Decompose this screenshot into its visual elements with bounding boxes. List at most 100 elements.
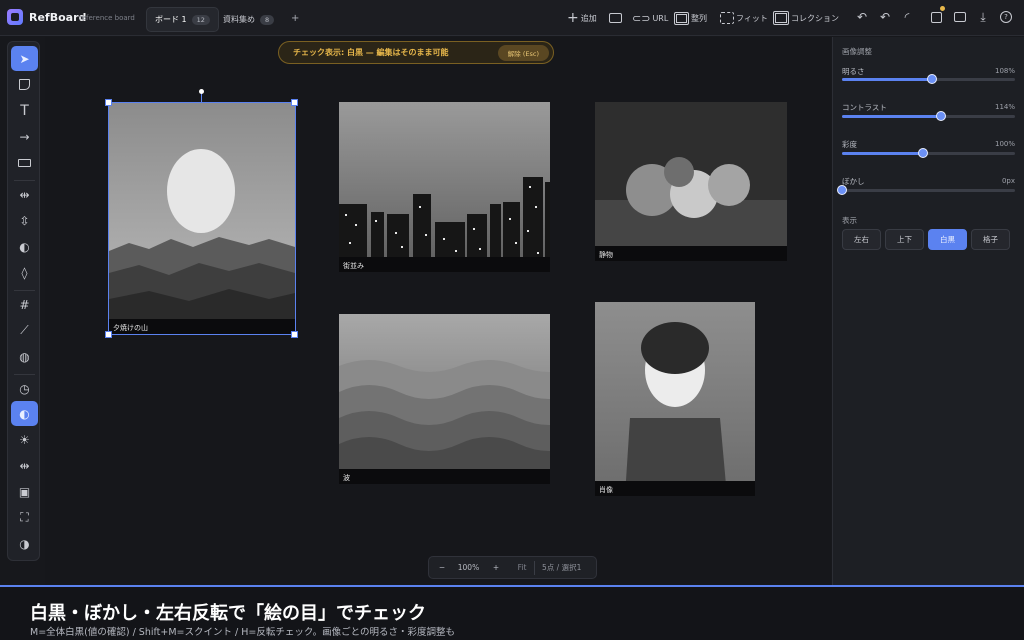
fit-label: フィット [736,13,768,23]
contrast-slider[interactable] [842,111,1015,121]
url-label: URL [652,13,669,23]
flip-vertical-button[interactable]: 上下 [885,229,924,250]
app-subtitle: reference board [79,14,135,22]
tab-count-badge: 8 [260,14,275,25]
arrange-button[interactable]: 整列 [674,9,707,27]
saturation-slider[interactable] [842,148,1015,158]
zoom-bar: − 100% + Fit 5点 / 選択1 [428,556,597,579]
eyedropper-icon[interactable]: ⟋ [11,318,38,343]
view-section-label: 表示 [842,216,857,225]
flip-horizontal-icon[interactable]: ⇹ [11,453,38,478]
fit-button[interactable]: フィット [720,9,768,27]
selection-frame [108,102,296,335]
grid-button[interactable]: 格子 [971,229,1010,250]
grid-icon [674,11,689,25]
add-tab-button[interactable]: + [291,13,299,24]
add-button[interactable]: + 追加 [567,9,597,27]
fit-icon [720,12,734,24]
image-caption: 波 [339,469,550,484]
slider-value: 108% [994,67,1015,75]
adjust-panel: 画像調整 明るさ 108% コントラスト 114% 彩度 100% ぼかし 0p… [832,37,1024,585]
fullscreen-icon[interactable]: ⛶ [11,505,38,530]
collection-icon [773,11,789,25]
portrait-image [595,302,755,496]
slider-label: コントラスト [842,103,887,112]
grayscale-button[interactable]: 白黒 [928,229,967,250]
help-icon[interactable]: ? [999,10,1013,24]
selection-status: 5点 / 選択1 [542,563,582,572]
tab-label: 資料集め [223,15,255,24]
panel-title: 画像調整 [842,47,872,56]
tool-palette: ➤ T → ⇹ ⇳ ◐ ◊ # ⟋ ◍ ◷ ◐ ☀ ⇹ ▣ ⛶ ◑ [7,41,40,561]
brightness-slider[interactable] [842,74,1015,84]
resize-handle-top-right[interactable] [291,99,298,106]
note-tool-icon[interactable] [11,72,38,97]
tab-count-badge: 12 [191,14,210,25]
timer-icon[interactable]: ◷ [11,376,38,401]
zoom-in-button[interactable]: + [482,563,510,572]
color-drop-icon[interactable]: ◊ [11,260,38,285]
slider-value: 114% [994,103,1015,111]
tab-label: ボード 1 [155,15,187,24]
waves-image [339,314,550,484]
slider-value: 100% [994,140,1015,148]
theme-toggle-icon[interactable]: ◑ [11,531,38,556]
history-icon[interactable]: ◜ [900,10,914,24]
text-tool-icon[interactable]: T [11,98,38,123]
grayscale-check-icon[interactable]: ◐ [11,401,38,426]
palette-icon[interactable]: ◍ [11,344,38,369]
exit-check-button[interactable]: 解除 (Esc) [497,44,549,61]
image-card-portrait[interactable]: 肖像 [595,302,755,496]
app-name: RefBoard [29,11,87,24]
collection-label: コレクション [791,13,839,23]
app-logo-icon [7,9,23,25]
redo-icon[interactable]: ↶ [878,10,892,24]
still-life-image [595,102,787,261]
brightness-icon[interactable]: ☀ [11,427,38,452]
image-card-waves[interactable]: 波 [339,314,550,484]
fit-view-button[interactable]: Fit [510,563,534,572]
top-bar: RefBoard reference board ボード 1 12 資料集め 8… [0,0,1024,36]
city-image [339,102,550,272]
image-card-city[interactable]: 街並み [339,102,550,272]
link-icon: ⊂⊃ [632,11,651,25]
align-horizontal-icon[interactable]: ⇹ [11,182,38,207]
download-icon[interactable]: ⤓ [976,10,990,24]
image-card-still-life[interactable]: 静物 [595,102,787,261]
image-caption: 肖像 [595,481,755,496]
arrow-tool-icon[interactable]: → [11,124,38,149]
arrange-label: 整列 [691,13,707,23]
slideshow-icon[interactable]: ▣ [11,479,38,504]
save-icon[interactable] [929,6,945,24]
image-caption: 街並み [339,257,550,272]
rectangle-tool-icon[interactable] [11,150,38,175]
undo-icon[interactable]: ↶ [855,10,869,24]
collection-button[interactable]: コレクション [773,9,839,27]
grid-overlay-icon[interactable]: # [11,292,38,317]
align-vertical-icon[interactable]: ⇳ [11,208,38,233]
caption-bar: 白黒・ぼかし・左右反転で「絵の目」でチェック M=全体白黒(値の確認) / Sh… [0,585,1024,640]
zoom-out-button[interactable]: − [429,563,455,572]
tab-board-1[interactable]: ボード 1 12 [146,7,219,32]
select-tool-icon[interactable]: ➤ [11,46,38,71]
slider-label: 彩度 [842,140,857,149]
frame-button[interactable] [609,9,622,27]
add-label: 追加 [580,13,597,23]
banner-text: チェック表示: 白黒 — 編集はそのまま可能 [293,48,449,57]
resize-handle-bottom-right[interactable] [291,331,298,338]
slider-label: 明るさ [842,67,865,76]
resize-handle-top-left[interactable] [105,99,112,106]
slider-value: 0px [1001,177,1015,185]
folder-icon[interactable] [953,10,967,24]
resize-handle-bottom-left[interactable] [105,331,112,338]
url-button[interactable]: ⊂⊃ URL [632,9,668,27]
frame-icon [609,13,622,23]
image-caption: 静物 [595,246,787,261]
tab-research[interactable]: 資料集め 8 [215,7,282,32]
rotate-handle[interactable] [199,89,204,94]
flip-horizontal-button[interactable]: 左右 [842,229,881,250]
caption-subtitle: M=全体白黒(値の確認) / Shift+M=スクイント / H=反転チェック。… [30,627,456,638]
contrast-icon[interactable]: ◐ [11,234,38,259]
caption-title: 白黒・ぼかし・左右反転で「絵の目」でチェック [30,603,426,624]
blur-slider[interactable] [837,185,1015,195]
